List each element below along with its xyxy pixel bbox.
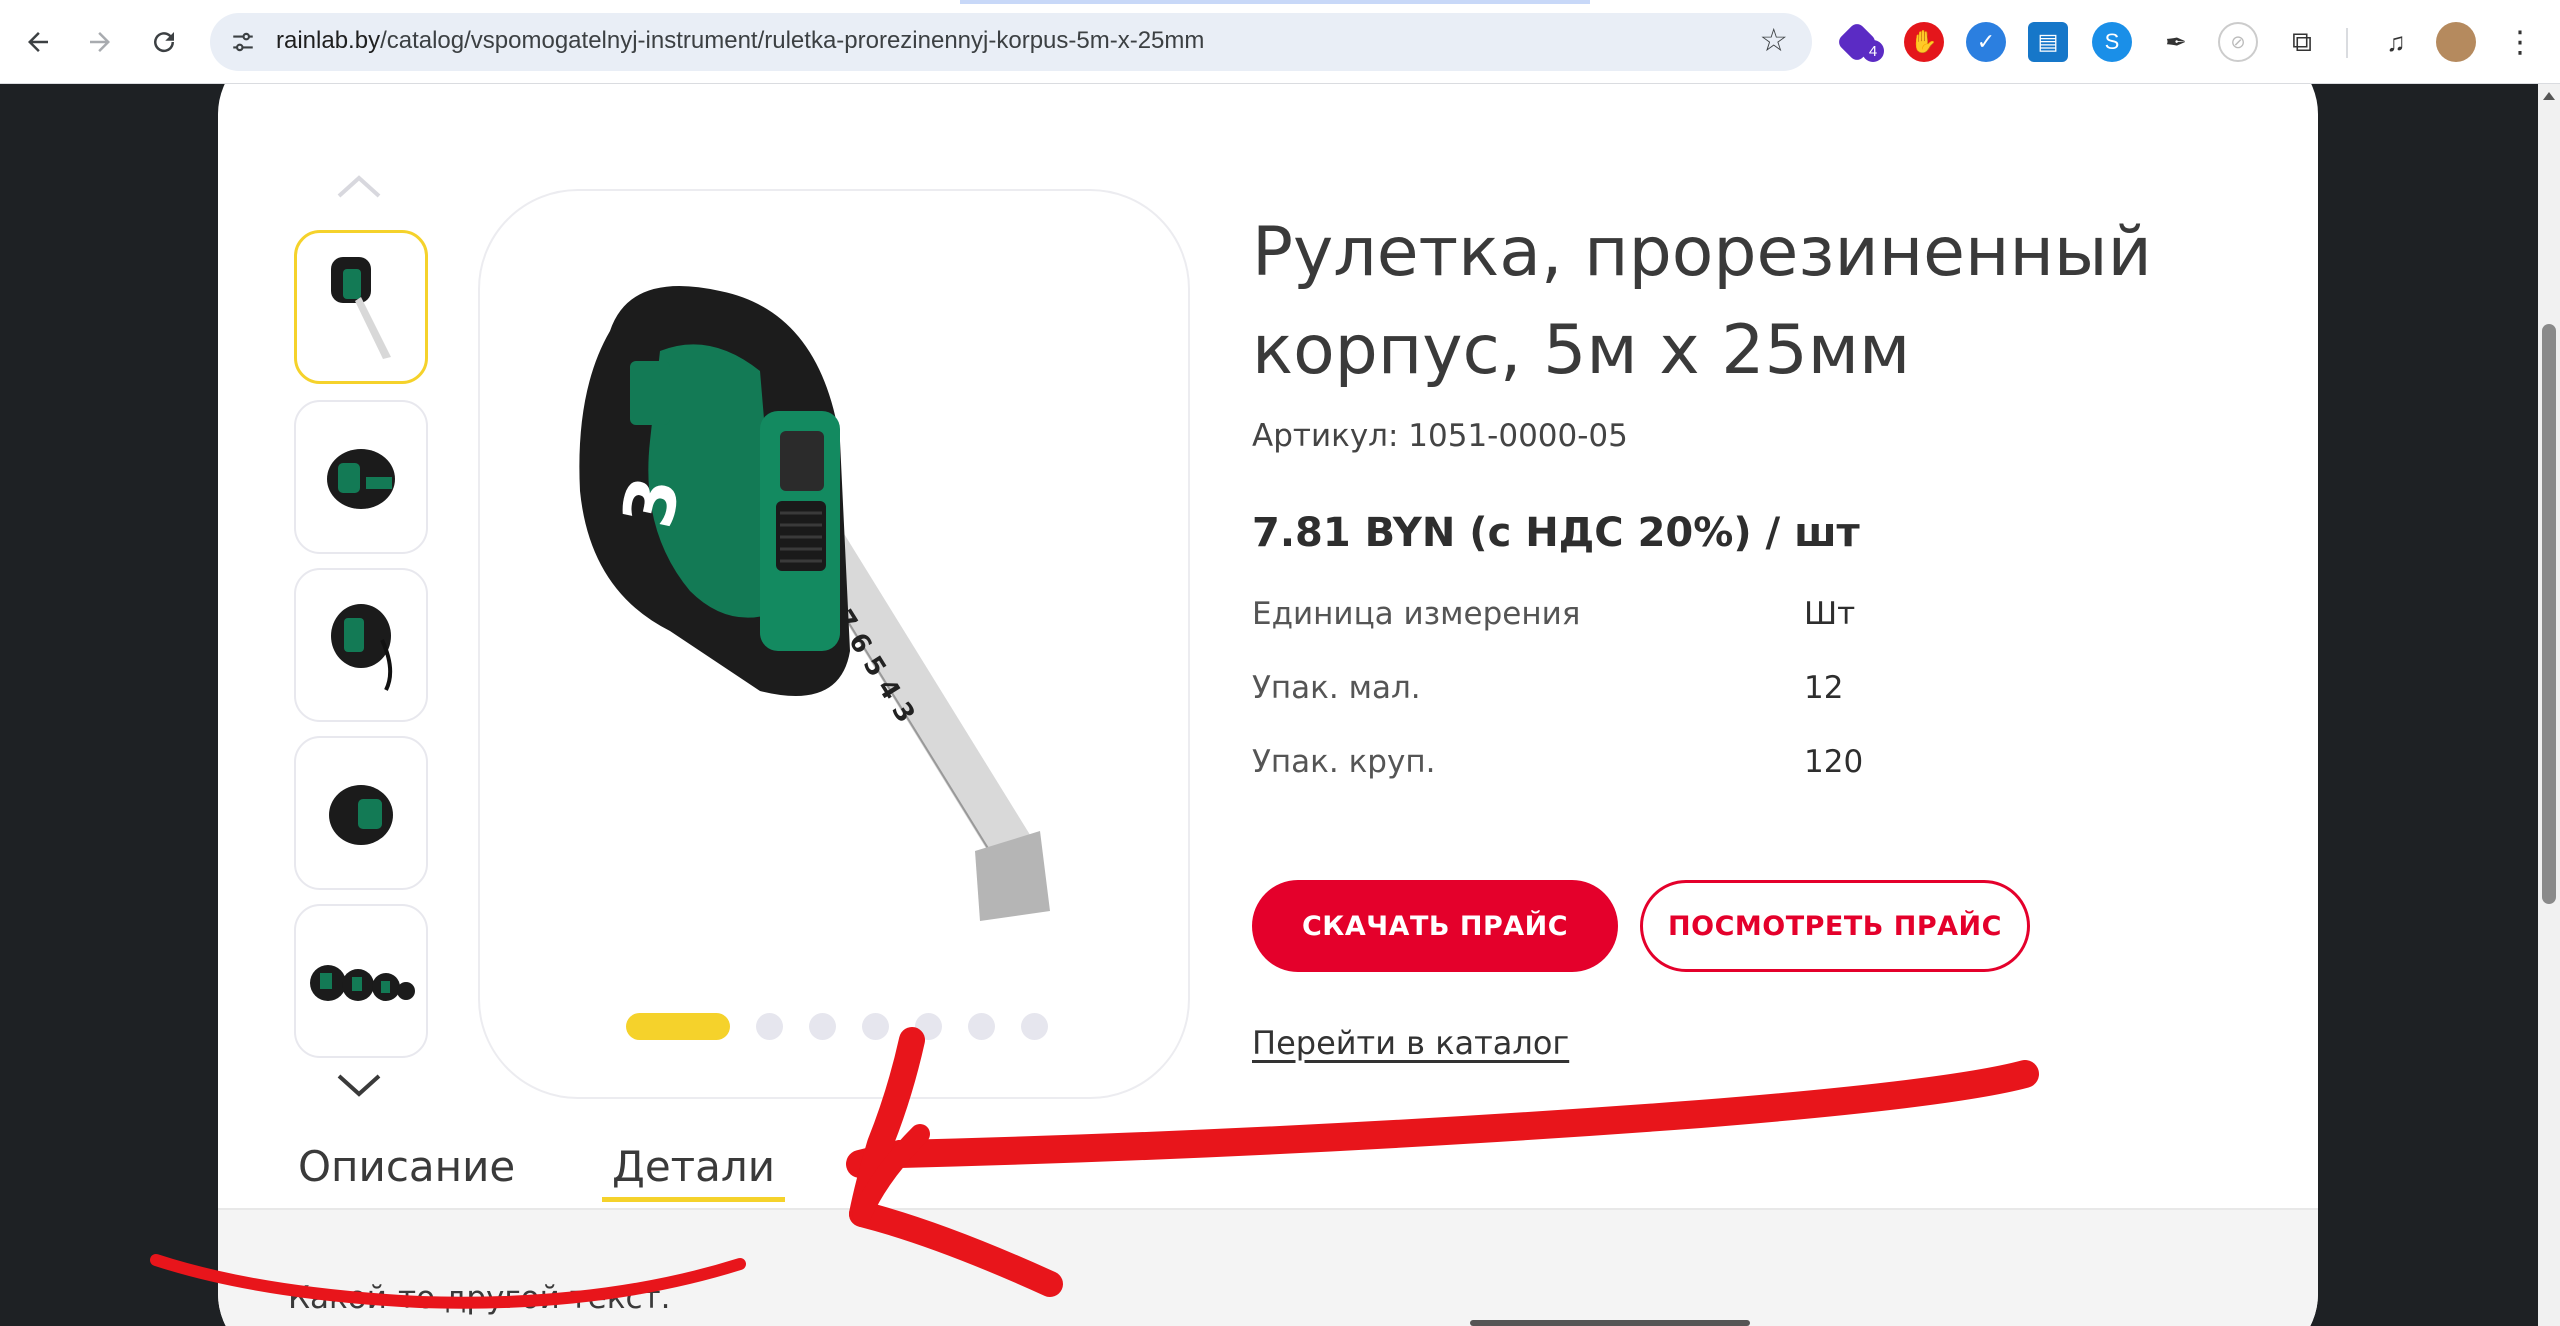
forward-button[interactable] [78, 20, 122, 64]
profile-avatar[interactable] [2436, 22, 2476, 62]
product-card: 9 8 7 6 5 4 3 3 Рулетка, прорезиненный к… [218, 84, 2318, 1326]
scrollbar-thumb[interactable] [2542, 324, 2556, 904]
chevron-up-icon [337, 175, 381, 198]
url-host: rainlab.by [276, 27, 381, 54]
page-viewport: 9 8 7 6 5 4 3 3 Рулетка, прорезиненный к… [0, 84, 2538, 1326]
thumbnail-image [327, 449, 395, 509]
scroll-up-arrow-icon[interactable] [2543, 92, 2555, 100]
extension-compass-icon[interactable]: ⊘ [2218, 22, 2258, 62]
toolbar-divider [2346, 28, 2348, 58]
property-key: Упак. мал. [1252, 670, 1421, 706]
go-to-catalog-link[interactable]: Перейти в каталог [1252, 1024, 1569, 1062]
carousel-dot[interactable] [915, 1013, 942, 1040]
address-bar[interactable]: rainlab.by/catalog/vspomogatelnyj-instru… [210, 13, 1812, 71]
thumbnail-image [329, 785, 393, 845]
property-value: 120 [1804, 744, 1864, 780]
tab-panel-text: Какой-то другой текст. [288, 1280, 671, 1316]
menu-kebab-icon[interactable]: ⋮ [2500, 22, 2540, 62]
horizontal-scroll-indicator[interactable] [1470, 1320, 1750, 1326]
url-text: rainlab.by/catalog/vspomogatelnyj-instru… [276, 27, 1204, 55]
property-value: 12 [1804, 670, 1844, 706]
carousel-dot[interactable] [1021, 1013, 1048, 1040]
product-title: Рулетка, прорезиненный корпус, 5м х 25мм [1252, 213, 2152, 390]
back-button[interactable] [16, 20, 60, 64]
thumbnail-image [310, 965, 415, 1001]
tab-details[interactable]: Детали [602, 1142, 785, 1202]
thumbs-scroll-up-button[interactable] [336, 174, 382, 205]
property-key: Единица измерения [1252, 596, 1581, 632]
reload-button[interactable] [142, 20, 186, 64]
main-product-image[interactable]: 9 8 7 6 5 4 3 3 [478, 189, 1190, 1099]
view-price-button[interactable]: ПОСМОТРЕТЬ ПРАЙС [1640, 880, 2030, 972]
carousel-dot[interactable] [968, 1013, 995, 1040]
extension-book-icon[interactable]: ▤ [2028, 22, 2068, 62]
carousel-dot[interactable] [756, 1013, 783, 1040]
carousel-dot[interactable] [862, 1013, 889, 1040]
loading-strip [960, 0, 1590, 4]
property-value: Шт [1804, 596, 1856, 632]
thumbnail-4[interactable] [294, 736, 428, 890]
thumbnail-image [331, 604, 393, 691]
vertical-scrollbar[interactable] [2538, 84, 2560, 1326]
url-path: /catalog/vspomogatelnyj-instrument/rulet… [380, 27, 1205, 54]
product-price: 7.81 BYN (с НДС 20%) / шт [1252, 510, 1860, 556]
tab-description[interactable]: Описание [298, 1142, 515, 1197]
thumbs-scroll-down-button[interactable] [336, 1072, 382, 1103]
carousel-dots [626, 1013, 1048, 1040]
tab-panel: Какой-то другой текст. [218, 1208, 2318, 1326]
tape-measure-image: 9 8 7 6 5 4 3 3 [579, 286, 1050, 921]
chevron-down-icon [337, 1074, 381, 1097]
thumbnail-1[interactable] [294, 230, 428, 384]
extension-check-icon[interactable]: ✓ [1966, 22, 2006, 62]
eyedropper-icon[interactable]: ✒ [2156, 22, 2196, 62]
product-tabs: Описание Детали [218, 1134, 2318, 1209]
arrow-left-icon [28, 32, 48, 52]
product-sku: Артикул: 1051-0000-05 [1252, 418, 1628, 454]
extensions-puzzle-icon[interactable]: ⧉ [2282, 22, 2322, 62]
extension-stop-hand-icon[interactable]: ✋ [1904, 22, 1944, 62]
carousel-dot-active[interactable] [626, 1013, 730, 1040]
browser-toolbar: rainlab.by/catalog/vspomogatelnyj-instru… [0, 0, 2560, 84]
extension-badge: 4 [1862, 40, 1884, 62]
thumbnail-image [331, 257, 391, 359]
site-info-icon[interactable] [224, 23, 262, 61]
reload-icon [154, 32, 175, 53]
extension-shazam-icon[interactable]: S [2092, 22, 2132, 62]
bookmark-star-icon[interactable]: ☆ [1759, 21, 1788, 59]
thumbnail-5[interactable] [294, 904, 428, 1058]
download-price-button[interactable]: СКАЧАТЬ ПРАЙС [1252, 880, 1618, 972]
thumbnail-2[interactable] [294, 400, 428, 554]
arrow-right-icon [90, 32, 110, 52]
carousel-dot[interactable] [809, 1013, 836, 1040]
thumbnail-3[interactable] [294, 568, 428, 722]
media-control-icon[interactable]: ♫ [2376, 22, 2416, 62]
property-key: Упак. круп. [1252, 744, 1436, 780]
